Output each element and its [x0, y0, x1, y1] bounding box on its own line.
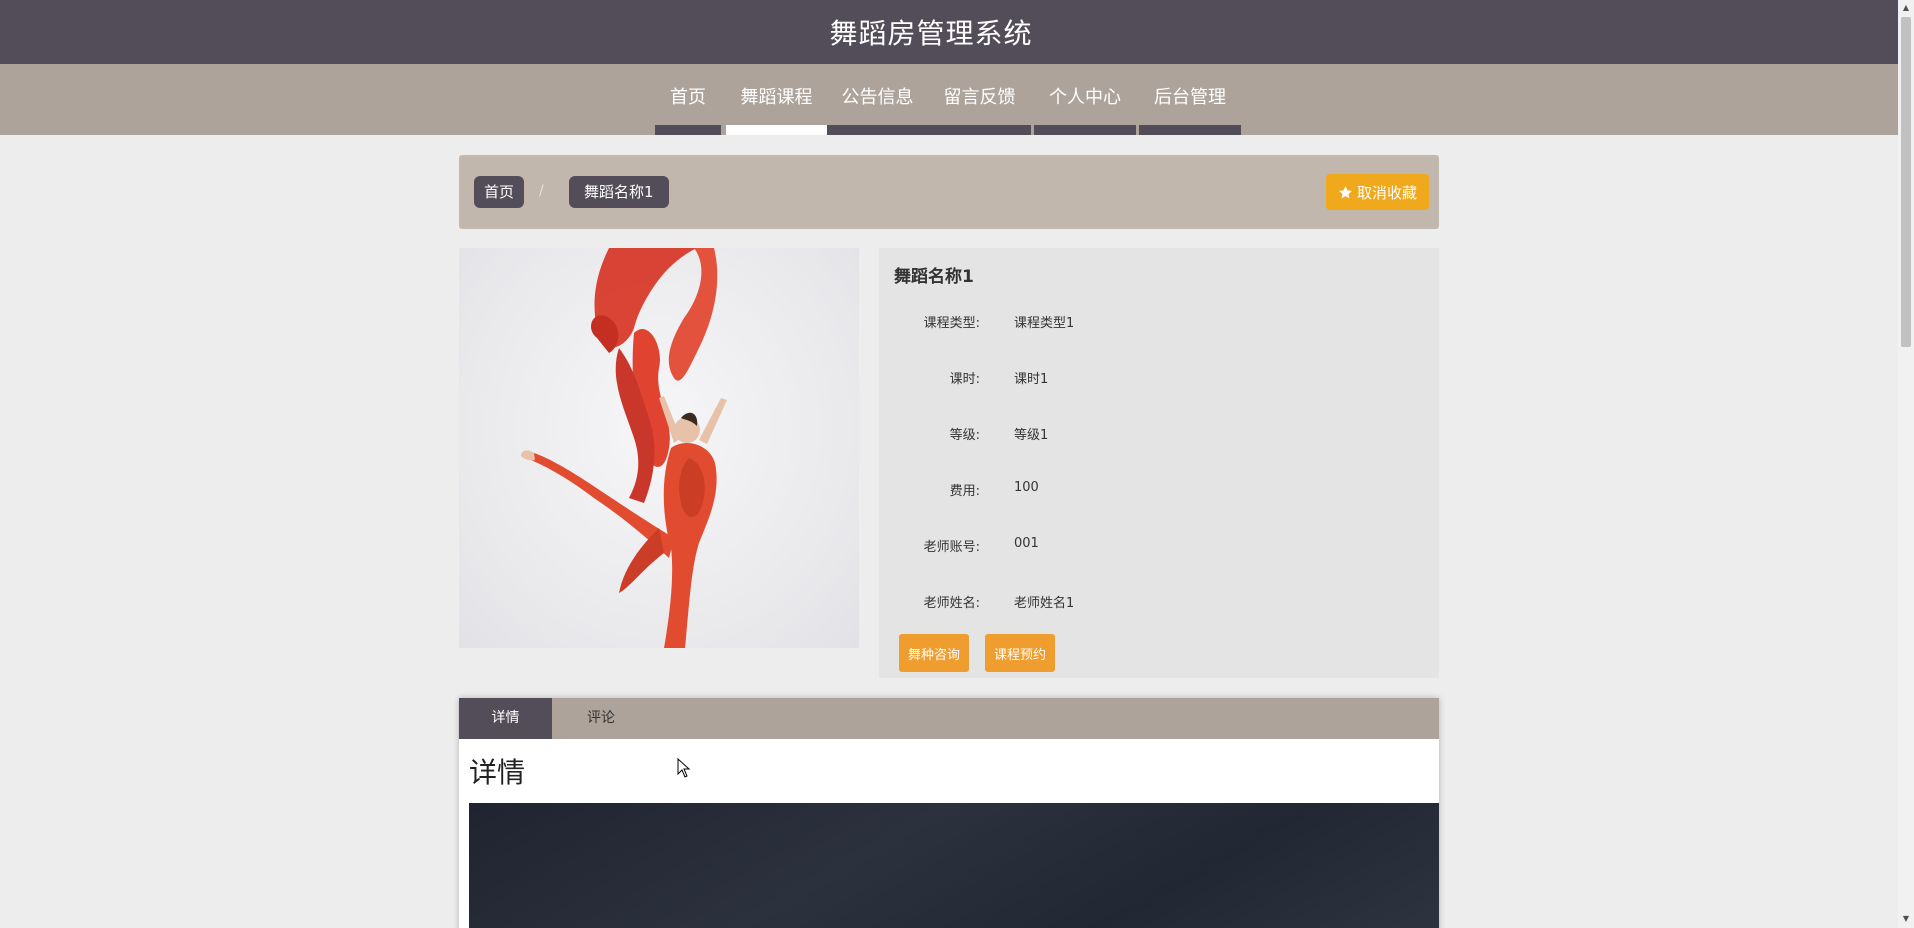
info-label: 课时:: [949, 372, 980, 387]
nav-item-admin[interactable]: 后台管理: [1139, 64, 1241, 135]
nav-item-underline: [827, 125, 928, 135]
breadcrumb-separator: /: [539, 183, 544, 199]
dance-consult-button[interactable]: 舞种咨询: [899, 634, 970, 672]
nav-item-personal-center[interactable]: 个人中心: [1034, 64, 1136, 135]
breadcrumb-home-link[interactable]: 首页: [474, 176, 525, 208]
info-row-teacher-account: 老师账号: 001: [879, 536, 1439, 556]
detail-tabs-panel: 详情 评论 详情: [459, 698, 1439, 928]
scroll-down-icon[interactable]: ▼: [1901, 914, 1911, 924]
tab-strip: 详情 评论: [459, 698, 1439, 739]
nav-item-feedback[interactable]: 留言反馈: [928, 64, 1031, 135]
tab-details[interactable]: 详情: [459, 698, 552, 739]
course-name: 舞蹈名称1: [894, 267, 974, 287]
mouse-cursor-icon: [677, 758, 691, 778]
tab-comments[interactable]: 评论: [552, 698, 650, 739]
info-row-hours: 课时: 课时1: [879, 368, 1439, 388]
dancer-illustration: [521, 248, 727, 648]
scroll-up-icon[interactable]: ▲: [1901, 3, 1911, 13]
nav-item-announcements[interactable]: 公告信息: [827, 64, 928, 135]
info-row-fee: 费用: 100: [879, 480, 1439, 500]
nav-item-underline: [1034, 125, 1136, 135]
page-scrollbar[interactable]: ▲ ▼: [1898, 0, 1914, 928]
info-value: 100: [1014, 480, 1039, 495]
breadcrumb: 首页 / 舞蹈名称1 取消收藏: [459, 155, 1439, 229]
info-value: 001: [1014, 536, 1039, 551]
unfavorite-button[interactable]: 取消收藏: [1325, 174, 1429, 210]
scroll-thumb[interactable]: [1901, 17, 1911, 347]
info-value: 课时1: [1014, 372, 1049, 387]
breadcrumb-current[interactable]: 舞蹈名称1: [569, 176, 669, 208]
info-value: 等级1: [1014, 428, 1049, 443]
info-value: 老师姓名1: [1014, 596, 1075, 611]
nav-item-underline: [726, 125, 827, 135]
star-icon: [1339, 185, 1352, 198]
page: 舞蹈房管理系统 首页 舞蹈课程 公告信息 留言反馈 个人中心 后台管理 首页 /…: [0, 0, 1914, 928]
detail-heading: 详情: [469, 756, 526, 789]
info-label: 课程类型:: [923, 316, 980, 331]
info-row-course-type: 课程类型: 课程类型1: [879, 312, 1439, 332]
info-row-level: 等级: 等级1: [879, 424, 1439, 444]
detail-image: [469, 803, 1439, 928]
unfavorite-button-label: 取消收藏: [1356, 183, 1417, 202]
site-title: 舞蹈房管理系统: [829, 17, 1033, 50]
nav-item-underline: [1139, 125, 1241, 135]
nav-item-underline: [928, 125, 1031, 135]
info-value: 课程类型1: [1014, 316, 1075, 331]
nav-item-underline: [655, 125, 721, 135]
course-info-panel: 舞蹈名称1 课程类型: 课程类型1 课时: 课时1 等级: 等级1 费用: 10…: [879, 248, 1439, 678]
course-reserve-button[interactable]: 课程预约: [985, 634, 1056, 672]
info-label: 老师账号:: [923, 540, 980, 555]
info-label: 等级:: [949, 428, 980, 443]
nav-item-dance-courses[interactable]: 舞蹈课程: [726, 64, 827, 135]
course-image: [459, 248, 859, 648]
info-row-teacher-name: 老师姓名: 老师姓名1: [879, 592, 1439, 612]
site-header: 舞蹈房管理系统: [0, 0, 1898, 64]
info-label: 费用:: [949, 484, 980, 499]
info-label: 老师姓名:: [923, 596, 980, 611]
nav-item-home[interactable]: 首页: [655, 64, 721, 135]
main-nav: 首页 舞蹈课程 公告信息 留言反馈 个人中心 后台管理: [0, 64, 1898, 135]
